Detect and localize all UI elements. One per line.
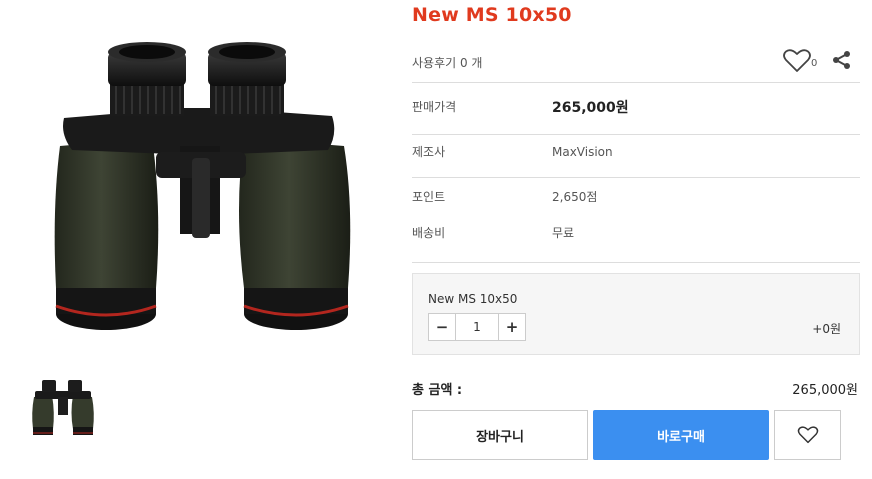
quantity-stepper: − + xyxy=(428,313,526,341)
option-price: +0원 xyxy=(812,322,841,336)
spec-value-maker: MaxVision xyxy=(552,145,613,159)
spec-row-price: 판매가격 265,000원 xyxy=(412,83,860,135)
product-gallery xyxy=(0,0,390,479)
product-info: New MS 10x50 사용후기 0 개 0 판매가격 265,000원 제조… xyxy=(412,0,860,479)
option-name: New MS 10x50 xyxy=(428,292,518,306)
spec-label: 배송비 xyxy=(412,226,446,240)
spec-value-shipping: 무료 xyxy=(552,226,575,240)
spec-label: 포인트 xyxy=(412,190,446,204)
spec-value-price: 265,000원 xyxy=(552,100,629,116)
review-count: 사용후기 0 개 xyxy=(412,56,483,70)
review-row: 사용후기 0 개 0 xyxy=(412,42,860,83)
total-value: 265,000원 xyxy=(792,383,858,398)
heart-icon xyxy=(797,426,818,444)
spec-row-details: 포인트 2,650점 배송비 무료 xyxy=(412,178,860,263)
qty-input[interactable] xyxy=(456,313,498,341)
product-title: New MS 10x50 xyxy=(412,4,572,26)
heart-icon[interactable] xyxy=(782,48,812,74)
total-label: 총 금액 : xyxy=(412,383,463,398)
option-box: New MS 10x50 − + +0원 xyxy=(412,273,860,355)
spec-label: 판매가격 xyxy=(412,100,457,114)
qty-minus-button[interactable]: − xyxy=(428,313,456,341)
share-icon[interactable] xyxy=(832,50,852,70)
buy-now-button[interactable]: 바로구매 xyxy=(593,410,769,460)
wish-count: 0 xyxy=(811,58,818,69)
spec-label: 제조사 xyxy=(412,145,446,159)
qty-plus-button[interactable]: + xyxy=(498,313,526,341)
product-thumbnail[interactable] xyxy=(27,376,99,444)
add-to-cart-button[interactable]: 장바구니 xyxy=(412,410,588,460)
product-main-image xyxy=(54,42,351,330)
spec-row-maker: 제조사 MaxVision xyxy=(412,135,860,178)
spec-value-points: 2,650점 xyxy=(552,190,598,204)
wishlist-button[interactable] xyxy=(774,410,841,460)
